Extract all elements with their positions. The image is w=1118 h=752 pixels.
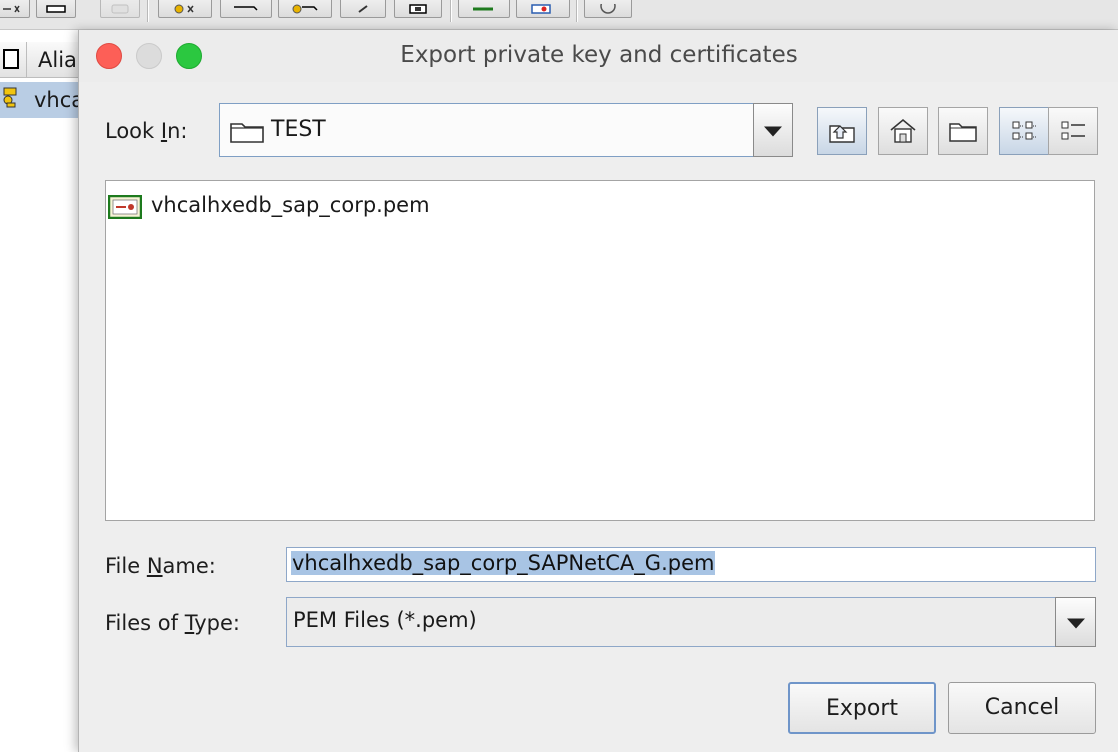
- up-one-level-button[interactable]: [817, 107, 867, 155]
- dialog-title: Export private key and certificates: [400, 42, 798, 68]
- toolbar-button-tool[interactable]: [340, 0, 386, 18]
- toolbar-separator: [576, 0, 578, 22]
- file-name-label: File Name:: [105, 554, 216, 578]
- toolbar-button-examine-ssl[interactable]: [458, 0, 510, 18]
- files-of-type-combobox[interactable]: PEM Files (*.pem): [286, 597, 1056, 647]
- toolbar-separator: [450, 0, 452, 22]
- help-icon: [600, 4, 616, 14]
- details-view-button[interactable]: [1048, 107, 1098, 155]
- certificate-file-icon: [108, 195, 142, 219]
- toolbar-button-save[interactable]: [100, 0, 140, 18]
- toolbar-button-open[interactable]: [36, 0, 76, 18]
- home-icon: [890, 118, 916, 143]
- up-one-level-icon: [829, 125, 855, 143]
- key-pair-icon: [3, 87, 17, 108]
- export-button[interactable]: Export: [788, 682, 936, 734]
- tool-icon: [358, 5, 368, 13]
- import-keypair-icon: [292, 4, 318, 14]
- new-folder-icon: [949, 123, 977, 142]
- toolbar-button-new-keystore[interactable]: [0, 0, 30, 18]
- new-folder-button[interactable]: [938, 107, 988, 155]
- cancel-button[interactable]: Cancel: [948, 682, 1096, 734]
- chevron-down-icon: [1066, 618, 1085, 629]
- toolbar-button-help[interactable]: [584, 0, 632, 18]
- details-view-icon: [1061, 121, 1085, 140]
- background-keystore-table: Alia vhca: [0, 30, 90, 752]
- examine-certificate-icon: [531, 4, 551, 14]
- properties-icon: [409, 4, 427, 14]
- alias-column-header[interactable]: Alia: [38, 48, 77, 72]
- toolbar-button-import-keypair[interactable]: [278, 0, 332, 18]
- list-view-button[interactable]: [999, 107, 1049, 155]
- file-name-input[interactable]: vhcalhxedb_sap_corp_SAPNetCA_G.pem: [286, 547, 1096, 582]
- look-in-value: TEST: [271, 117, 326, 142]
- examine-ssl-icon: [473, 7, 493, 11]
- save-icon: [111, 4, 129, 14]
- toolbar-button-generate-keypair[interactable]: [158, 0, 212, 18]
- import-icon: [234, 6, 258, 11]
- table-header: Alia: [0, 42, 90, 78]
- folder-icon: [230, 123, 264, 143]
- file-name: vhcalhxedb_sap_corp.pem: [151, 193, 430, 217]
- alias-cell: vhca: [34, 88, 85, 112]
- files-of-type-dropdown-button[interactable]: [1055, 597, 1096, 647]
- entry-type-column-icon[interactable]: [3, 49, 19, 69]
- look-in-label: Look In:: [105, 119, 188, 143]
- screen: Alia vhca Export private key and certifi…: [0, 0, 1118, 752]
- chevron-down-icon: [764, 126, 782, 137]
- new-keystore-icon: [3, 5, 20, 13]
- toolbar-separator: [147, 0, 149, 22]
- table-row[interactable]: vhca: [0, 82, 90, 118]
- generate-keypair-icon: [174, 4, 194, 14]
- toolbar-button-import[interactable]: [220, 0, 272, 18]
- file-name-selected-text: vhcalhxedb_sap_corp_SAPNetCA_G.pem: [291, 551, 716, 575]
- home-button[interactable]: [878, 107, 928, 155]
- list-view-icon: [1012, 121, 1036, 140]
- open-icon: [46, 5, 66, 13]
- file-list[interactable]: vhcalhxedb_sap_corp.pem: [105, 180, 1095, 521]
- files-of-type-label: Files of Type:: [105, 611, 241, 635]
- look-in-combobox[interactable]: TEST: [219, 103, 793, 157]
- dialog-titlebar[interactable]: Export private key and certificates: [79, 30, 1118, 82]
- export-dialog: Export private key and certificates Look…: [78, 30, 1118, 752]
- files-of-type-value: PEM Files (*.pem): [293, 608, 477, 632]
- background-toolbar: [0, 0, 1118, 30]
- look-in-dropdown-button[interactable]: [753, 103, 793, 157]
- toolbar-button-examine-certificate[interactable]: [516, 0, 570, 18]
- column-separator: [26, 42, 27, 78]
- toolbar-button-properties[interactable]: [394, 0, 442, 18]
